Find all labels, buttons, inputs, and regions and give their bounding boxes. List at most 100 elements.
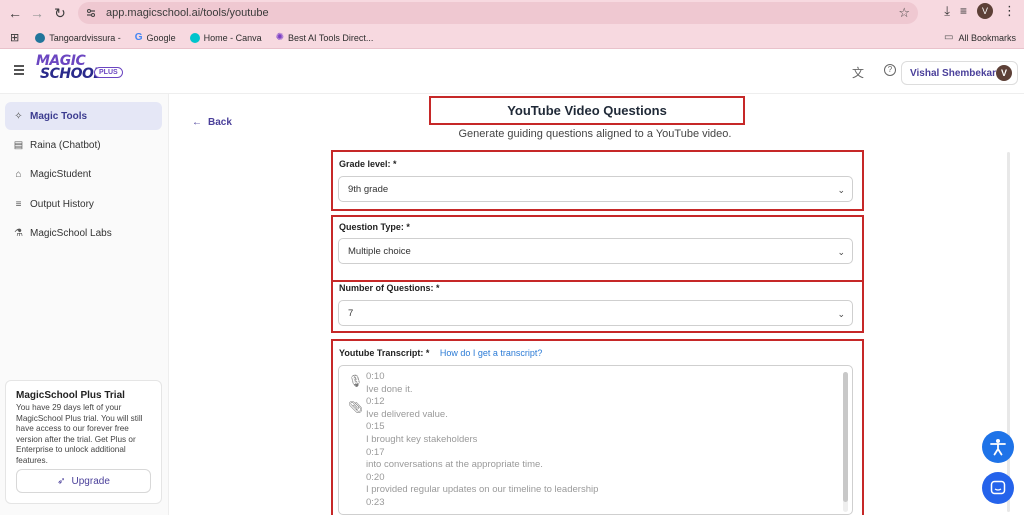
transcript-line: I brought key stakeholders [366,433,478,445]
back-arrow-icon: ← [192,117,202,128]
sidebar-item-label: Raina (Chatbot) [30,139,101,151]
sidebar-item-label: MagicSchool Labs [30,227,112,239]
sidebar-item-label: Magic Tools [30,110,88,122]
grade-level-label: Grade level: * [339,159,397,169]
user-menu-button[interactable]: Vishal Shembekar V [901,61,1018,85]
accessibility-icon [990,439,1006,456]
question-type-label: Question Type: * [339,222,410,232]
trial-card: MagicSchool Plus Trial You have 29 days … [5,380,162,504]
canva-icon [189,32,200,43]
bookmark-item[interactable]: Tangoardvissura - [35,32,121,43]
sidebar-item-magicstudent[interactable]: ⌂ MagicStudent [5,160,162,188]
chevron-down-icon: ⌄ [837,247,845,257]
transcript-line: 0:23 [366,496,385,508]
bookmark-item[interactable]: G Google [135,32,176,43]
google-icon: G [134,32,143,43]
more-menu-icon[interactable]: ⋮ [1003,3,1016,19]
plus-badge: PLUS [94,67,123,78]
question-type-select[interactable]: Multiple choice ⌄ [338,238,853,264]
transcript-line: into conversations at the appropriate ti… [366,459,543,471]
question-type-field: Question Type: * Multiple choice ⌄ [331,215,864,282]
number-of-questions-value: 7 [348,307,354,319]
sidebar-item-output-history[interactable]: ≡ Output History [5,190,162,218]
transcript-line: I provided regular updates on our timeli… [366,484,599,496]
all-bookmarks-button[interactable]: ▭ All Bookmarks [944,32,1016,43]
chat-icon: ▤ [13,139,24,151]
transcript-label: Youtube Transcript: * [339,348,430,358]
microphone-icon[interactable]: 🎙︎ [348,374,363,388]
transcript-help-link[interactable]: How do I get a transcript? [440,348,543,358]
grade-level-field: Grade level: * 9th grade ⌄ [331,150,864,211]
bookmark-star-icon[interactable]: ☆ [898,5,910,21]
bookmarks-bar: ⊞ Tangoardvissura - G Google Home - Canv… [0,27,1024,49]
transcript-text: 0:10 Ive done it. 0:12 Ive delivered value.… [366,371,598,510]
app-header: MAGIC SCHOOL PLUS 文 ? Vishal Shembekar V [0,49,1024,94]
bookmark-label: Tangoardvissura - [49,32,121,43]
transcript-line: 0:20 [366,471,385,483]
gear-icon: ✺ [275,32,284,43]
scrollbar-thumb[interactable] [843,372,848,502]
textarea-scrollbar[interactable] [843,372,848,512]
chevron-down-icon: ⌄ [837,309,845,319]
bookmark-item[interactable]: Home - Canva [189,32,262,43]
user-avatar: V [996,65,1012,81]
url-text: app.magicschool.ai/tools/youtube [106,7,269,19]
forward-arrow-icon[interactable]: → [26,2,48,24]
trial-title: MagicSchool Plus Trial [16,390,125,401]
transcript-line: 0:17 [366,446,385,458]
transcript-line: Ive done it. [366,383,413,395]
download-icon[interactable]: ⤓ [944,3,950,19]
back-label: Back [208,117,232,128]
chat-bubble-icon [990,480,1006,495]
chevron-down-icon: ⌄ [837,185,845,195]
user-name: Vishal Shembekar [910,67,996,79]
trial-body: You have 29 days left of your MagicSchoo… [16,403,143,465]
reload-icon[interactable]: ↻ [49,2,71,24]
back-link[interactable]: ← Back [192,117,232,128]
number-of-questions-select[interactable]: 7 ⌄ [338,300,853,326]
question-type-value: Multiple choice [348,245,411,257]
address-bar[interactable]: app.magicschool.ai/tools/youtube ☆ [78,2,918,24]
back-arrow-icon[interactable]: ← [4,2,26,24]
wand-icon: ✧ [14,110,23,122]
transcript-line: 0:10 [366,371,385,382]
bookmark-label: Best AI Tools Direct... [288,32,374,43]
accessibility-button[interactable] [982,431,1014,463]
all-bookmarks-label: All Bookmarks [958,32,1016,43]
number-of-questions-label: Number of Questions: * [339,283,440,293]
grade-level-value: 9th grade [348,183,389,195]
rocket-icon: ➶ [57,475,66,487]
profile-avatar[interactable]: V [977,3,993,19]
translate-icon[interactable]: 文 [852,64,864,81]
sidebar-item-label: Output History [30,198,94,210]
magicschool-logo[interactable]: MAGIC SCHOOL PLUS [36,54,126,87]
number-of-questions-field: Number of Questions: * 7 ⌄ [331,280,864,333]
media-control-icon[interactable]: ≡ [960,4,967,18]
paperclip-icon[interactable]: 📎︎ [348,400,363,414]
transcript-line: 0:12 [366,396,385,408]
transcript-line: 0:15 [366,421,385,433]
wordpress-icon [35,32,46,43]
bookmark-label: Home - Canva [203,32,262,43]
transcript-line: Ive delivered value. [366,408,448,420]
hamburger-menu-icon[interactable] [14,65,24,75]
sidebar: ✧ Magic Tools ▤ Raina (Chatbot) ⌂ MagicS… [0,94,169,515]
bookmark-label: Google [146,32,176,43]
sidebar-item-magic-tools[interactable]: ✧ Magic Tools [5,102,162,130]
apps-grid-icon[interactable]: ⊞ [10,31,19,44]
transcript-textarea[interactable]: 🎙︎ 📎︎ 0:10 Ive done it. 0:12 Ive delivered … [338,365,853,515]
browser-toolbar: ← → ↻ app.magicschool.ai/tools/youtube ☆… [0,0,1024,27]
site-settings-icon[interactable] [84,6,98,20]
sidebar-item-magicschool-labs[interactable]: ⚗ MagicSchool Labs [5,219,162,247]
upgrade-label: Upgrade [71,475,110,487]
chat-support-button[interactable] [982,472,1014,504]
transcript-field: Youtube Transcript: * How do I get a tra… [331,339,864,515]
folder-icon: ▭ [944,32,954,43]
upgrade-button[interactable]: ➶ Upgrade [16,469,151,493]
help-icon[interactable]: ? [884,64,896,76]
flask-icon: ⚗ [14,227,23,239]
history-list-icon: ≡ [15,198,22,210]
bookmark-item[interactable]: ✺ Best AI Tools Direct... [276,32,374,43]
page-title: YouTube Video Questions [507,103,667,118]
grade-level-select[interactable]: 9th grade ⌄ [338,176,853,202]
